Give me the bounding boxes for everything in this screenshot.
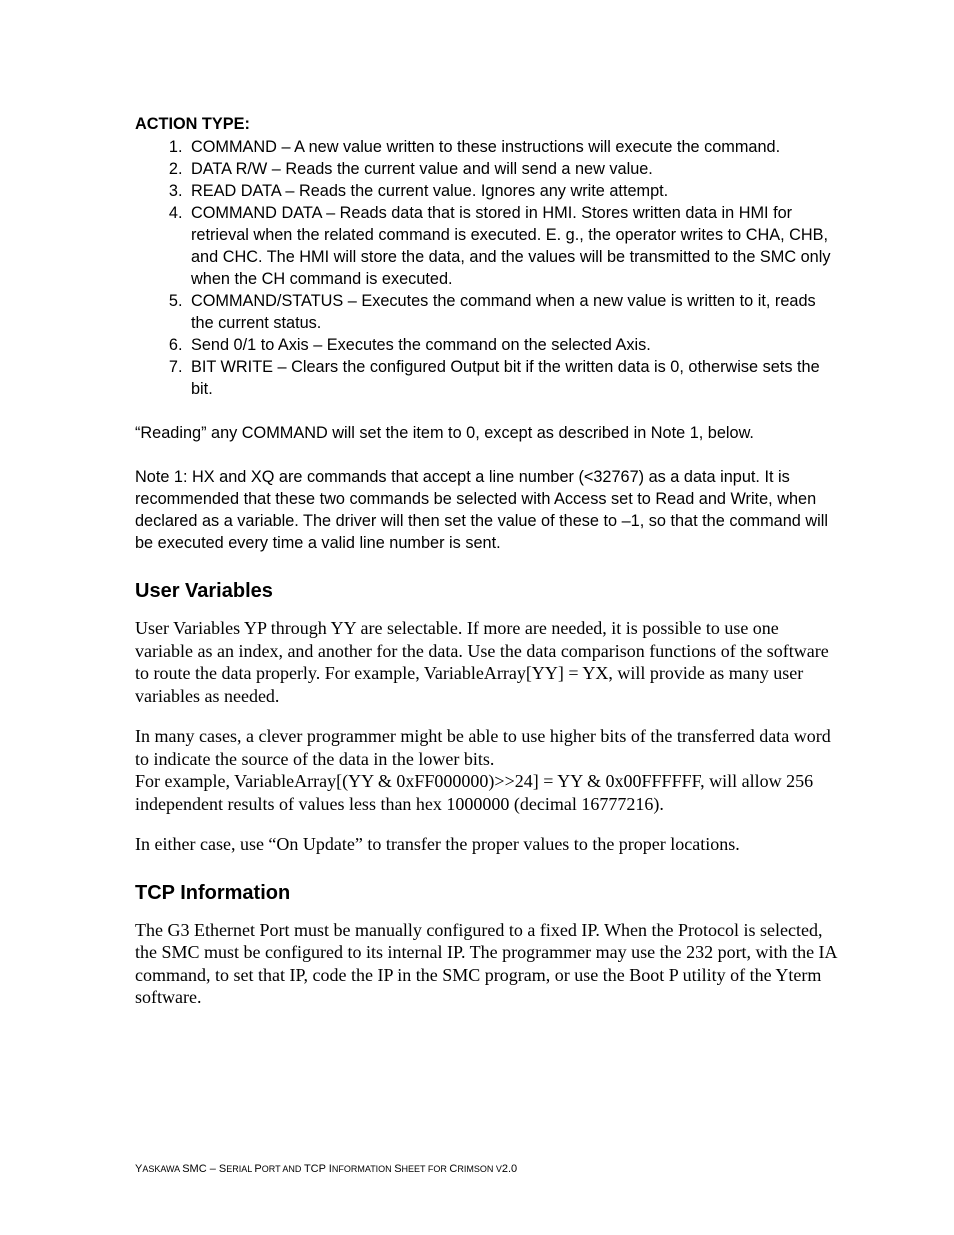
- footer-text: HEET FOR: [402, 1164, 450, 1174]
- footer-text: P: [254, 1163, 261, 1175]
- tcp-information-heading: TCP Information: [135, 882, 839, 905]
- footer-text: ERIAL: [226, 1164, 254, 1174]
- note-1: Note 1: HX and XQ are commands that acce…: [135, 466, 839, 554]
- list-item: COMMAND/STATUS – Executes the command wh…: [187, 290, 839, 334]
- footer-text: SMC – S: [182, 1163, 226, 1175]
- footer-text: RIMSON V: [457, 1164, 502, 1174]
- footer-text: ASKAWA: [142, 1164, 182, 1174]
- list-item: Send 0/1 to Axis – Executes the command …: [187, 334, 839, 356]
- list-item: BIT WRITE – Clears the configured Output…: [187, 356, 839, 400]
- document-page: ACTION TYPE: COMMAND – A new value writt…: [0, 0, 954, 1235]
- list-item: COMMAND DATA – Reads data that is stored…: [187, 202, 839, 290]
- list-item: COMMAND – A new value written to these i…: [187, 136, 839, 158]
- user-vars-paragraph-3: In either case, use “On Update” to trans…: [135, 833, 839, 856]
- footer-text: NFORMATION: [332, 1164, 394, 1174]
- action-type-list: COMMAND – A new value written to these i…: [135, 136, 839, 400]
- user-vars-paragraph-2: In many cases, a clever programmer might…: [135, 725, 839, 815]
- list-item: DATA R/W – Reads the current value and w…: [187, 158, 839, 180]
- footer-text: ORT AND: [262, 1164, 304, 1174]
- footer-text: S: [394, 1163, 401, 1175]
- action-type-heading: ACTION TYPE:: [135, 115, 839, 134]
- user-vars-paragraph-1: User Variables YP through YY are selecta…: [135, 617, 839, 707]
- tcp-paragraph-1: The G3 Ethernet Port must be manually co…: [135, 919, 839, 1009]
- reading-note: “Reading” any COMMAND will set the item …: [135, 422, 839, 444]
- list-item: READ DATA – Reads the current value. Ign…: [187, 180, 839, 202]
- user-variables-heading: User Variables: [135, 580, 839, 603]
- page-footer: YASKAWA SMC – SERIAL PORT AND TCP INFORM…: [135, 1163, 517, 1175]
- footer-text: 2.0: [502, 1163, 517, 1175]
- footer-text: TCP I: [304, 1163, 332, 1175]
